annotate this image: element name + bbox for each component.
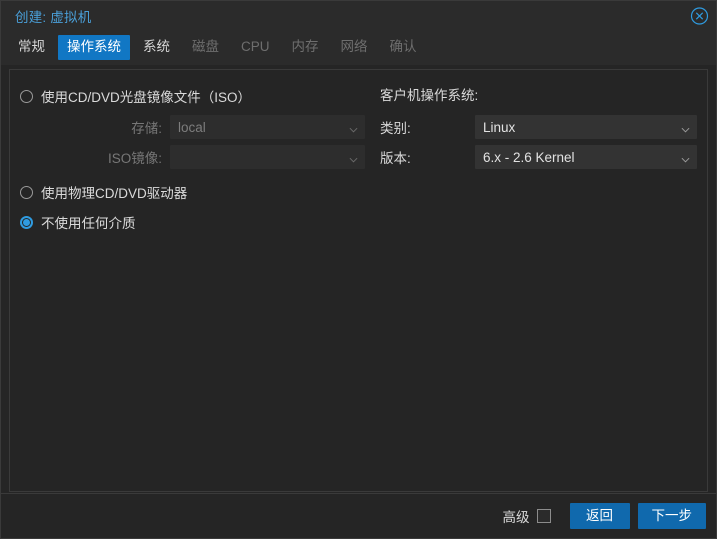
tab-os[interactable]: 操作系统 <box>58 35 130 60</box>
os-type-label: 类别: <box>380 121 411 136</box>
storage-select-value: local <box>178 119 206 135</box>
iso-image-select <box>170 145 365 169</box>
iso-image-label: ISO镜像: <box>107 151 162 166</box>
wizard-content-panel: 使用CD/DVD光盘镜像文件（ISO） 存储: local ISO镜像: 使用物… <box>9 69 708 492</box>
close-icon[interactable] <box>690 6 709 25</box>
radio-label-no-media: 不使用任何介质 <box>41 216 136 231</box>
wizard-tabbar: 常规 操作系统 系统 磁盘 CPU 内存 网络 确认 <box>1 30 716 65</box>
advanced-toggle[interactable]: 高级 <box>503 506 551 526</box>
os-version-select-value: 6.x - 2.6 Kernel <box>483 149 575 165</box>
radio-icon-physical-drive <box>20 185 33 199</box>
storage-row: 存储: local <box>20 114 375 140</box>
chevron-down-icon <box>349 123 358 133</box>
dialog-titlebar: 创建: 虚拟机 <box>1 1 716 30</box>
next-button[interactable]: 下一步 <box>637 503 706 529</box>
radio-label-physical-drive: 使用物理CD/DVD驱动器 <box>41 186 188 201</box>
chevron-down-icon <box>349 153 358 163</box>
os-version-row: 版本: 6.x - 2.6 Kernel <box>380 144 697 170</box>
guest-os-column: 客户机操作系统: 类别: Linux 版本: 6.x - 2.6 Kernel <box>375 84 697 491</box>
guest-os-heading: 客户机操作系统: <box>380 88 479 103</box>
advanced-label: 高级 <box>502 510 530 525</box>
os-type-row: 类别: Linux <box>380 114 697 140</box>
radio-option-iso-image[interactable]: 使用CD/DVD光盘镜像文件（ISO） <box>20 84 375 108</box>
chevron-down-icon <box>681 153 690 163</box>
dialog-title: 创建: 虚拟机 <box>15 9 92 25</box>
storage-label: 存储: <box>131 121 162 136</box>
tab-network: 网络 <box>340 39 368 54</box>
os-version-label: 版本: <box>380 151 411 166</box>
iso-image-row: ISO镜像: <box>20 144 375 170</box>
tab-general[interactable]: 常规 <box>9 35 54 60</box>
radio-icon-iso-image <box>20 89 33 103</box>
os-type-select[interactable]: Linux <box>475 115 697 139</box>
tab-cpu: CPU <box>241 39 270 54</box>
tab-memory: 内存 <box>291 39 319 54</box>
os-type-select-value: Linux <box>483 119 516 135</box>
os-version-select[interactable]: 6.x - 2.6 Kernel <box>475 145 697 169</box>
radio-option-physical-drive[interactable]: 使用物理CD/DVD驱动器 <box>20 180 375 204</box>
chevron-down-icon <box>681 123 690 133</box>
dialog-footer: 高级 返回 下一步 <box>1 493 716 538</box>
back-button[interactable]: 返回 <box>569 503 630 529</box>
tab-disks: 磁盘 <box>192 39 219 54</box>
radio-icon-no-media <box>20 215 33 229</box>
radio-option-no-media[interactable]: 不使用任何介质 <box>20 210 375 234</box>
radio-label-iso-image: 使用CD/DVD光盘镜像文件（ISO） <box>41 90 252 105</box>
create-vm-dialog: 创建: 虚拟机 常规 操作系统 系统 磁盘 CPU 内存 网络 确认 使用CD/… <box>0 0 717 539</box>
advanced-checkbox[interactable] <box>536 509 551 523</box>
tab-confirm: 确认 <box>389 39 417 54</box>
storage-select: local <box>170 115 365 139</box>
tab-system[interactable]: 系统 <box>134 35 179 60</box>
media-source-column: 使用CD/DVD光盘镜像文件（ISO） 存储: local ISO镜像: 使用物… <box>20 84 375 491</box>
